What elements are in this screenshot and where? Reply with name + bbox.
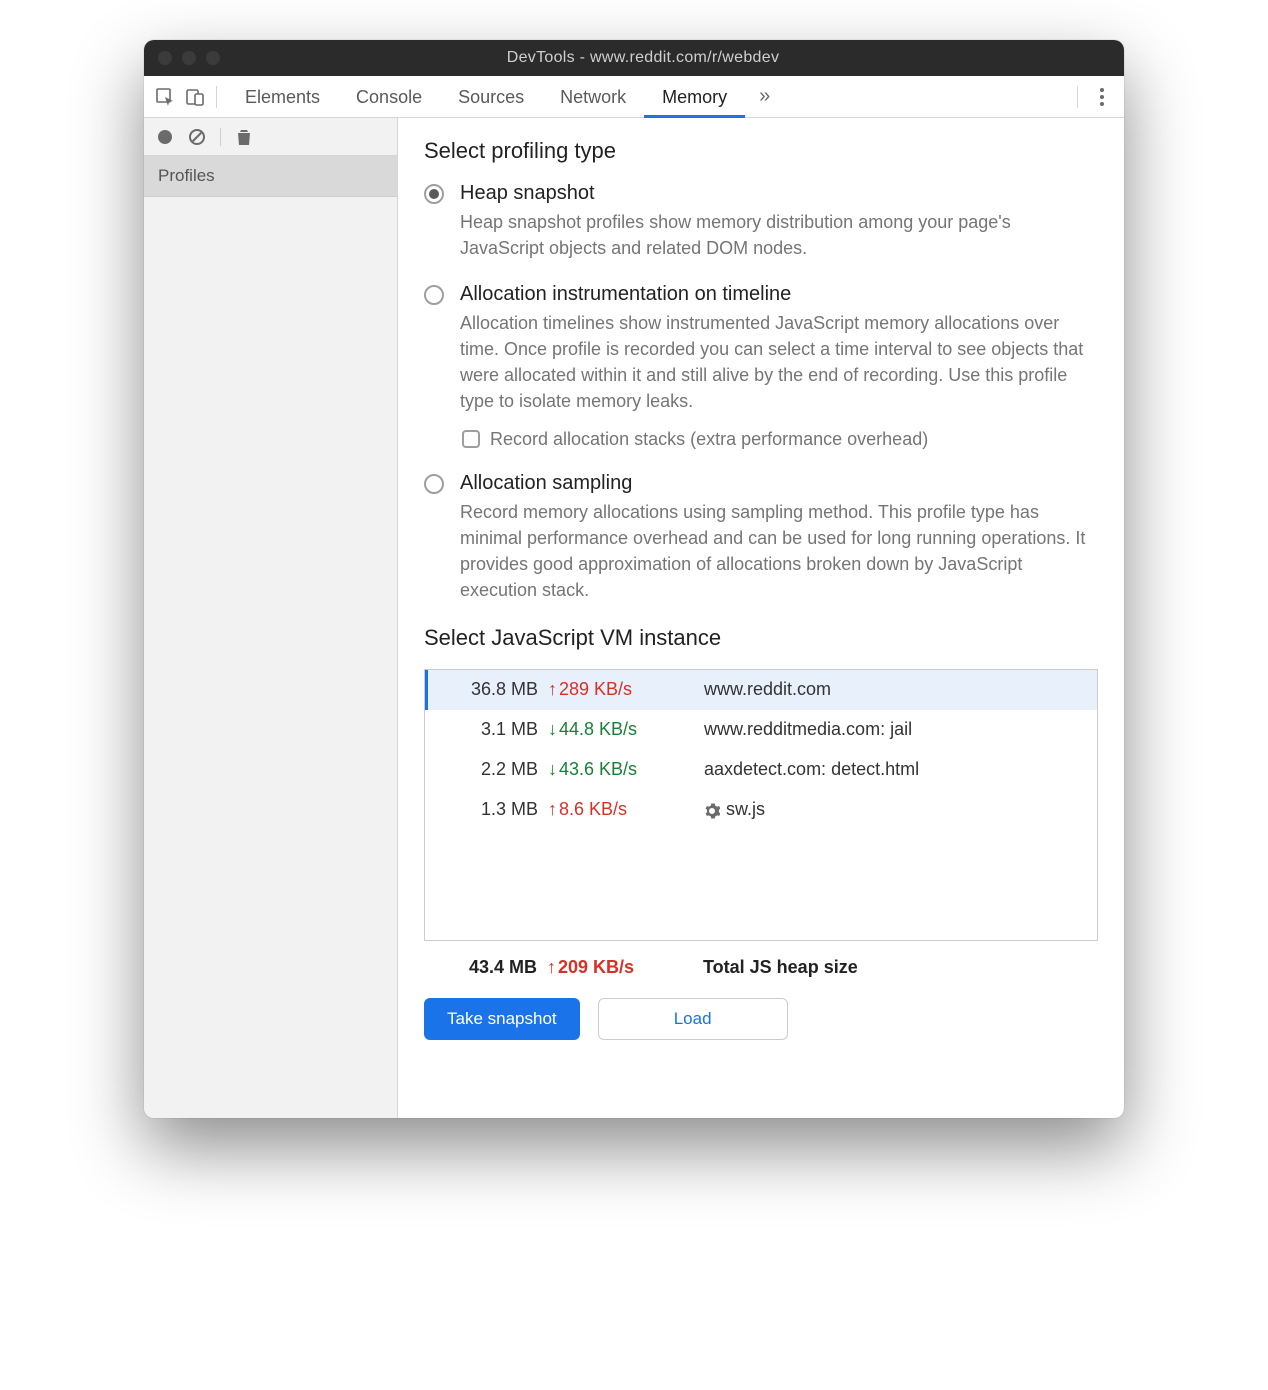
sidebar-item-profiles[interactable]: Profiles — [144, 156, 397, 197]
settings-kebab-icon[interactable] — [1088, 76, 1116, 118]
vm-row[interactable]: 1.3 MB↑8.6 KB/ssw.js — [425, 790, 1097, 830]
zoom-window-button[interactable] — [206, 51, 220, 65]
vm-rate: ↑289 KB/s — [548, 679, 678, 700]
vm-rate: ↑8.6 KB/s — [548, 799, 678, 820]
tab-console[interactable]: Console — [338, 76, 440, 118]
vm-size: 2.2 MB — [428, 759, 548, 780]
load-button[interactable]: Load — [598, 998, 788, 1040]
option-allocation-sampling[interactable]: Allocation sampling Record memory alloca… — [424, 472, 1098, 603]
option-title: Heap snapshot — [460, 182, 1098, 205]
gear-icon — [704, 803, 720, 819]
vm-size: 3.1 MB — [428, 719, 548, 740]
vm-rate: ↓44.8 KB/s — [548, 719, 678, 740]
vm-origin: aaxdetect.com: detect.html — [678, 759, 1097, 780]
option-title: Allocation sampling — [460, 472, 1098, 495]
sidebar-toolbar — [144, 118, 397, 156]
more-tabs-icon[interactable]: » — [751, 85, 778, 108]
vm-rate: ↓43.6 KB/s — [548, 759, 678, 780]
total-label: Total JS heap size — [677, 957, 858, 978]
separator — [216, 86, 217, 108]
radio-allocation-sampling[interactable] — [424, 472, 446, 603]
vm-instance-table: 36.8 MB↑289 KB/swww.reddit.com3.1 MB↓44.… — [424, 669, 1098, 941]
main-panel: Select profiling type Heap snapshot Heap… — [398, 118, 1124, 1118]
vm-size: 36.8 MB — [428, 679, 548, 700]
vm-row[interactable]: 2.2 MB↓43.6 KB/saaxdetect.com: detect.ht… — [425, 750, 1097, 790]
table-empty-space — [425, 830, 1097, 940]
option-desc: Heap snapshot profiles show memory distr… — [460, 209, 1098, 261]
option-allocation-timeline[interactable]: Allocation instrumentation on timeline A… — [424, 283, 1098, 449]
clear-icon[interactable] — [186, 126, 208, 148]
radio-allocation-timeline[interactable] — [424, 283, 446, 449]
close-window-button[interactable] — [158, 51, 172, 65]
devtools-tabbar: Elements Console Sources Network Memory … — [144, 76, 1124, 118]
option-desc: Record memory allocations using sampling… — [460, 499, 1098, 603]
titlebar: DevTools - www.reddit.com/r/webdev — [144, 40, 1124, 76]
tab-network[interactable]: Network — [542, 76, 644, 118]
vm-row[interactable]: 3.1 MB↓44.8 KB/swww.redditmedia.com: jai… — [425, 710, 1097, 750]
profiling-type-header: Select profiling type — [424, 138, 1098, 164]
total-rate: ↑209 KB/s — [547, 957, 677, 978]
arrow-down-icon: ↓ — [548, 719, 557, 740]
arrow-up-icon: ↑ — [548, 799, 557, 820]
option-desc: Allocation timelines show instrumented J… — [460, 310, 1098, 414]
sidebar: Profiles — [144, 118, 398, 1118]
tab-elements[interactable]: Elements — [227, 76, 338, 118]
vm-instance-header: Select JavaScript VM instance — [424, 625, 1098, 651]
window-title: DevTools - www.reddit.com/r/webdev — [236, 49, 1110, 67]
record-icon[interactable] — [154, 126, 176, 148]
checkbox-label: Record allocation stacks (extra performa… — [490, 429, 928, 450]
vm-origin: sw.js — [678, 799, 1097, 820]
arrow-up-icon: ↑ — [547, 957, 556, 978]
arrow-down-icon: ↓ — [548, 759, 557, 780]
minimize-window-button[interactable] — [182, 51, 196, 65]
devtools-window: DevTools - www.reddit.com/r/webdev Eleme… — [144, 40, 1124, 1118]
total-size: 43.4 MB — [427, 957, 547, 978]
traffic-lights — [158, 51, 220, 65]
vm-origin: www.redditmedia.com: jail — [678, 719, 1097, 740]
radio-heap-snapshot[interactable] — [424, 182, 446, 261]
option-title: Allocation instrumentation on timeline — [460, 283, 1098, 306]
separator — [220, 128, 221, 146]
vm-size: 1.3 MB — [428, 799, 548, 820]
arrow-up-icon: ↑ — [548, 679, 557, 700]
option-heap-snapshot[interactable]: Heap snapshot Heap snapshot profiles sho… — [424, 182, 1098, 261]
inspect-element-icon[interactable] — [150, 82, 180, 112]
device-toolbar-icon[interactable] — [180, 82, 210, 112]
vm-row[interactable]: 36.8 MB↑289 KB/swww.reddit.com — [425, 670, 1097, 710]
tab-memory[interactable]: Memory — [644, 76, 745, 118]
totals-row: 43.4 MB ↑209 KB/s Total JS heap size — [424, 957, 1098, 978]
separator — [1077, 86, 1078, 108]
vm-origin: www.reddit.com — [678, 679, 1097, 700]
checkbox-record-stacks[interactable] — [462, 430, 480, 448]
tab-sources[interactable]: Sources — [440, 76, 542, 118]
trash-icon[interactable] — [233, 126, 255, 148]
take-snapshot-button[interactable]: Take snapshot — [424, 998, 580, 1040]
